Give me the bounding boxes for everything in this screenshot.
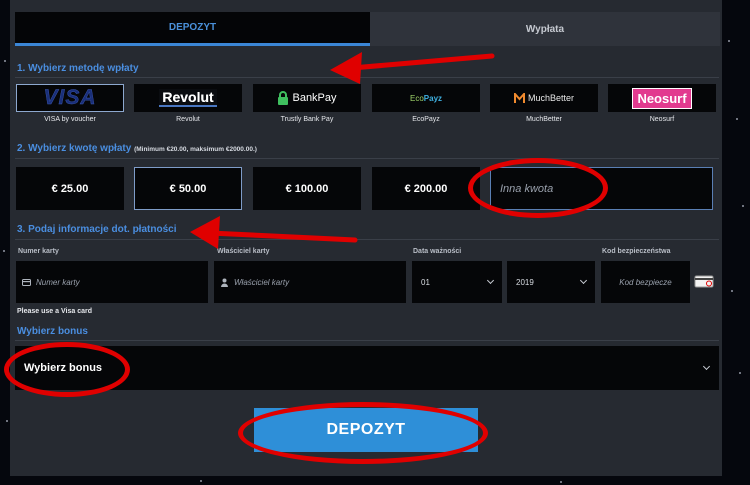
divider: [15, 158, 719, 159]
custom-amount-input[interactable]: [490, 167, 713, 210]
section-payment-info-title: 3. Podaj informacje dot. płatności: [17, 224, 177, 235]
chevron-down-icon: [702, 362, 711, 371]
tab-deposit[interactable]: DEPOZYT: [15, 12, 370, 46]
expiry-label: Data ważności: [413, 248, 462, 255]
method-ecopayz[interactable]: EcoPayz: [372, 84, 480, 112]
ecopayz-logo-a: Eco: [409, 93, 424, 103]
chevron-down-icon: [579, 276, 588, 285]
amount-option-25[interactable]: € 25.00: [16, 167, 124, 210]
method-visa[interactable]: VISA: [16, 84, 124, 112]
method-revolut[interactable]: Revolut: [134, 84, 242, 112]
lock-icon: [278, 90, 289, 105]
expiry-month-value: 01: [421, 277, 430, 287]
card-number-label: Numer karty: [18, 248, 59, 255]
expiry-year-value: 2019: [516, 277, 534, 287]
cvv-label: Kod bezpieczeństwa: [602, 248, 671, 255]
card-number-placeholder: Numer karty: [36, 277, 80, 287]
expiry-month-select[interactable]: 01: [412, 261, 502, 303]
method-label-visa: VISA by voucher: [44, 116, 96, 123]
expiry-year-select[interactable]: 2019: [507, 261, 595, 303]
chevron-down-icon: [486, 276, 495, 285]
amount-option-200[interactable]: € 200.00: [372, 167, 480, 210]
muchbetter-icon: [513, 92, 525, 103]
card-cvv-icon: [694, 275, 714, 288]
method-label-ecopayz: EcoPayz: [412, 116, 440, 123]
ecopayz-logo-b: Payz: [423, 93, 443, 103]
card-note: Please use a Visa card: [17, 308, 92, 315]
divider: [15, 77, 719, 78]
card-holder-placeholder: Właściciel karty: [234, 277, 290, 287]
visa-logo: VISA: [43, 86, 97, 109]
bankpay-logo: BankPay: [277, 90, 337, 106]
bonus-select[interactable]: Wybierz bonus: [15, 346, 719, 390]
cvv-placeholder: Kod bezpiecze: [619, 277, 672, 287]
credit-card-icon: [22, 278, 31, 286]
cvv-input[interactable]: Kod bezpiecze: [601, 261, 690, 303]
bankpay-logo-text: BankPay: [292, 92, 337, 104]
method-label-neosurf: Neosurf: [649, 116, 675, 123]
amount-limits: (Minimum €20.00, maksimum €2000.00.): [134, 146, 257, 153]
divider: [15, 239, 719, 240]
method-muchbetter[interactable]: MuchBetter: [490, 84, 598, 112]
section-payment-method-title: 1. Wybierz metodę wpłaty: [17, 63, 139, 74]
method-label-bankpay: Trustly Bank Pay: [280, 116, 334, 123]
amount-option-100[interactable]: € 100.00: [253, 167, 361, 210]
user-icon: [221, 278, 228, 287]
card-holder-input[interactable]: Właściciel karty: [214, 261, 406, 303]
muchbetter-logo-text: MuchBetter: [527, 93, 575, 103]
section-amount-title: 2. Wybierz kwotę wpłaty (Minimum €20.00,…: [17, 143, 257, 154]
tab-withdraw[interactable]: Wypłata: [370, 12, 720, 46]
method-bankpay[interactable]: BankPay: [253, 84, 361, 112]
muchbetter-logo: MuchBetter: [513, 92, 575, 104]
method-neosurf[interactable]: Neosurf: [608, 84, 716, 112]
revolut-logo: Revolut: [159, 89, 217, 107]
ecopayz-logo: EcoPayz: [410, 94, 442, 103]
amount-option-50[interactable]: € 50.00: [134, 167, 242, 210]
neosurf-logo: Neosurf: [632, 87, 692, 109]
method-label-revolut: Revolut: [176, 116, 200, 123]
card-number-input[interactable]: Numer karty: [16, 261, 208, 303]
section-amount-title-text: 2. Wybierz kwotę wpłaty: [17, 143, 132, 154]
method-label-muchbetter: MuchBetter: [526, 116, 562, 123]
card-holder-label: Właściciel karty: [217, 248, 270, 255]
bonus-title: Wybierz bonus: [17, 326, 88, 337]
bonus-selected-value: Wybierz bonus: [24, 362, 103, 374]
deposit-button[interactable]: DEPOZYT: [254, 408, 478, 452]
deposit-panel: DEPOZYT Wypłata 1. Wybierz metodę wpłaty…: [10, 0, 722, 476]
divider: [15, 340, 719, 341]
